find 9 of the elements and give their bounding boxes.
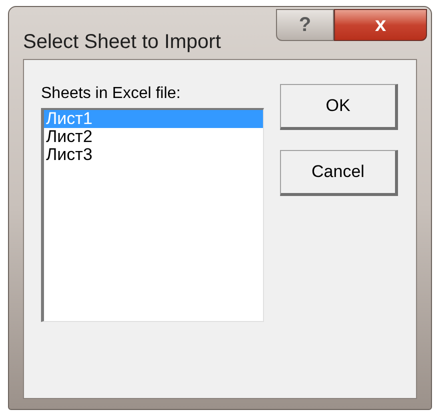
sheet-list[interactable]: Лист1 Лист2 Лист3 xyxy=(41,108,264,322)
dialog-button[interactable]: OK xyxy=(280,84,398,130)
help-button[interactable]: ? xyxy=(276,9,334,41)
list-label: Sheets in Excel file: xyxy=(41,84,182,104)
dialog-button[interactable]: Cancel xyxy=(280,150,398,196)
window-title: Select Sheet to Import xyxy=(23,30,221,55)
sheet-list-item[interactable]: Лист2 xyxy=(44,128,263,146)
close-button[interactable]: x xyxy=(334,9,427,41)
sheet-list-item[interactable]: Лист3 xyxy=(44,146,263,164)
